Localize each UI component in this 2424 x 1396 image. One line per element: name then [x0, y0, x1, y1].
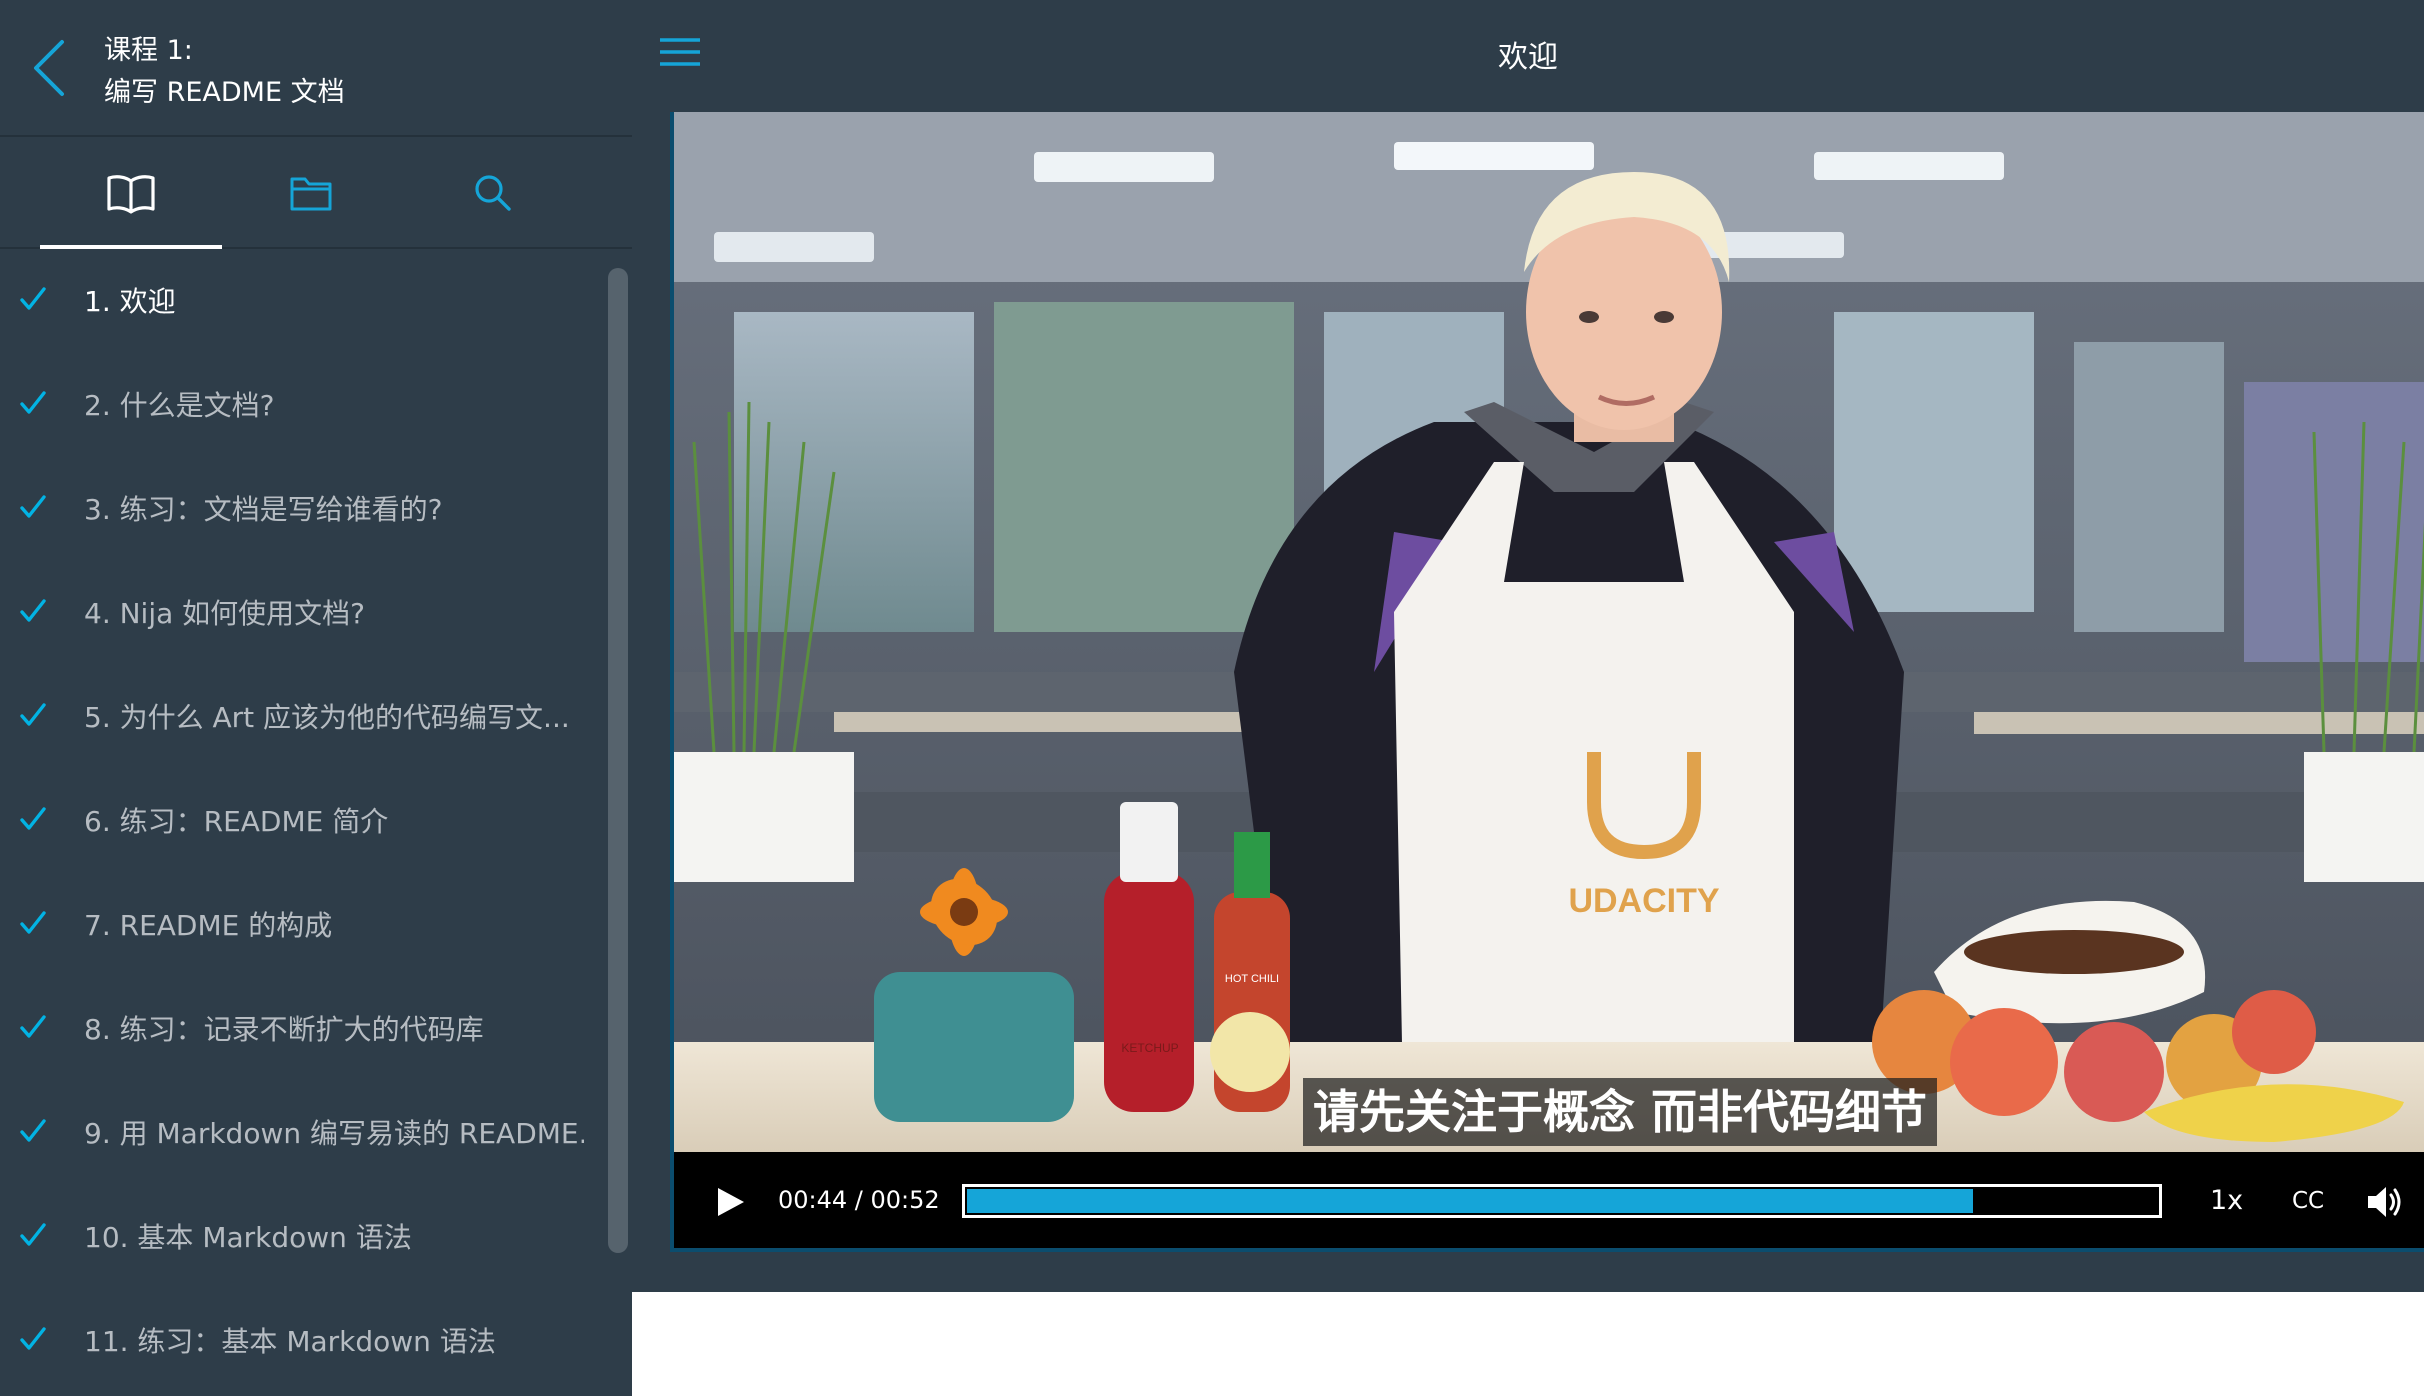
lesson-label: 5. 为什么 Art 应该为他的代码编写文...: [84, 701, 570, 734]
book-icon: [107, 175, 155, 214]
playback-speed-button[interactable]: 1x: [2210, 1185, 2243, 1216]
lesson-label: 1. 欢迎: [84, 285, 176, 318]
tab-lessons[interactable]: [40, 139, 222, 249]
checkmark-icon: [20, 391, 46, 414]
checkmark-icon: [20, 1119, 46, 1142]
lesson-label: 4. Nija 如何使用文档?: [84, 597, 366, 630]
lesson-item[interactable]: 1. 欢迎: [0, 250, 600, 354]
play-icon: [718, 1188, 744, 1216]
video-container: UDACITY KETCHUP HOT CHILI 请先关注于概念 而非代码细节…: [632, 110, 2424, 1292]
sauce-label-text: HOT CHILI: [1225, 973, 1279, 985]
sidebar-scrollbar[interactable]: [608, 268, 628, 1253]
main-header: 欢迎: [632, 0, 2424, 110]
course-title-line1: 课程 1:: [104, 35, 193, 66]
checkmark-icon: [20, 287, 46, 310]
tab-search[interactable]: [402, 139, 584, 247]
checkmark-icon: [20, 599, 46, 622]
video-subtitle: 请先关注于概念 而非代码细节: [1303, 1078, 1938, 1146]
lesson-item[interactable]: 9. 用 Markdown 编写易读的 README...: [0, 1082, 600, 1186]
lesson-label: 9. 用 Markdown 编写易读的 README...: [84, 1117, 584, 1150]
lesson-list: 1. 欢迎 2. 什么是文档? 3. 练习：文档是写给谁看的? 4. Nija 如何使…: [0, 250, 632, 1396]
captions-button[interactable]: CC: [2292, 1188, 2324, 1214]
search-icon: [475, 175, 511, 211]
lesson-label: 6. 练习：README 简介: [84, 805, 389, 838]
course-title-line2: 编写 README 文档: [104, 77, 345, 108]
lesson-label: 2. 什么是文档?: [84, 389, 275, 422]
apron-logo-text: UDACITY: [1568, 882, 1719, 920]
back-button[interactable]: [26, 32, 72, 104]
chevron-left-icon: [34, 40, 64, 96]
lesson-label: 10. 基本 Markdown 语法: [84, 1221, 412, 1254]
volume-button[interactable]: [2364, 1182, 2404, 1222]
ketchup-label-text: KETCHUP: [1121, 1041, 1178, 1055]
play-button[interactable]: [710, 1182, 750, 1222]
lesson-item[interactable]: 6. 练习：README 简介: [0, 770, 600, 874]
lesson-item[interactable]: 5. 为什么 Art 应该为他的代码编写文...: [0, 666, 600, 770]
volume-icon: [2368, 1187, 2401, 1217]
lesson-label: 11. 练习：基本 Markdown 语法: [84, 1325, 496, 1358]
tab-resources[interactable]: [220, 139, 402, 247]
progress-fill: [967, 1189, 1973, 1213]
lesson-label: 8. 练习：记录不断扩大的代码库: [84, 1013, 484, 1046]
lesson-item[interactable]: 2. 什么是文档?: [0, 354, 600, 458]
time-display: 00:44 / 00:52: [778, 1186, 940, 1214]
lesson-item[interactable]: 8. 练习：记录不断扩大的代码库: [0, 978, 600, 1082]
checkmark-icon: [20, 807, 46, 830]
folder-icon: [290, 177, 332, 211]
lesson-item[interactable]: 7. README 的构成: [0, 874, 600, 978]
checkmark-icon: [20, 703, 46, 726]
checkmark-icon: [20, 1015, 46, 1038]
lesson-item[interactable]: 3. 练习：文档是写给谁看的?: [0, 458, 600, 562]
sidebar-tabs: [0, 139, 632, 249]
checkmark-icon: [20, 1327, 46, 1350]
page-title: 欢迎: [1498, 40, 1558, 75]
course-header: 课程 1: 编写 README 文档: [0, 0, 632, 137]
lesson-sidebar: 课程 1: 编写 README 文档 1. 欢迎 2. 什么是文档? 3. 练习：文…: [0, 0, 632, 1396]
lesson-item[interactable]: 11. 练习：基本 Markdown 语法: [0, 1290, 600, 1394]
checkmark-icon: [20, 911, 46, 934]
video-controls: 00:44 / 00:52 1x CC: [674, 1152, 2424, 1248]
video-frame-image: UDACITY KETCHUP HOT CHILI: [674, 112, 2424, 1152]
checkmark-icon: [20, 1223, 46, 1246]
lesson-label: 3. 练习：文档是写给谁看的?: [84, 493, 443, 526]
lesson-label: 7. README 的构成: [84, 909, 333, 942]
progress-bar[interactable]: [962, 1184, 2162, 1218]
video-player[interactable]: UDACITY KETCHUP HOT CHILI 请先关注于概念 而非代码细节…: [670, 112, 2424, 1252]
lesson-item[interactable]: 4. Nija 如何使用文档?: [0, 562, 600, 666]
checkmark-icon: [20, 495, 46, 518]
lesson-item[interactable]: 10. 基本 Markdown 语法: [0, 1186, 600, 1290]
